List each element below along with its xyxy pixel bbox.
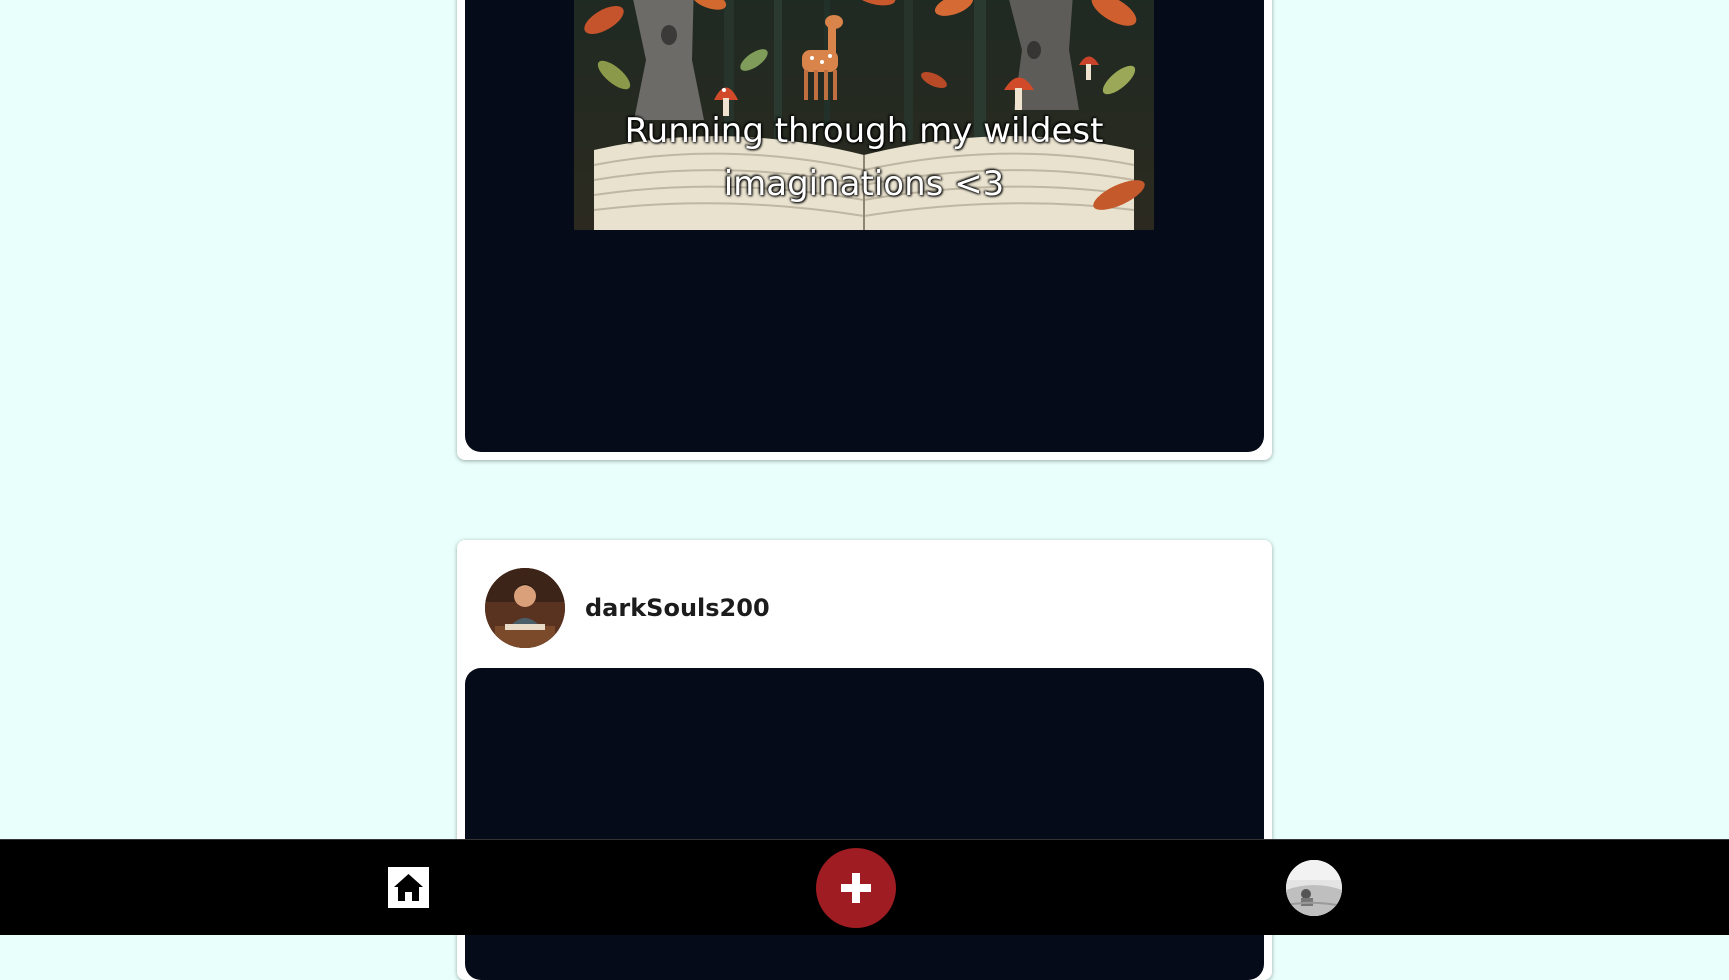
post-caption: Running through my wildest imaginations … — [624, 111, 1104, 204]
home-button[interactable] — [388, 867, 429, 908]
avatar-image — [485, 568, 565, 648]
post-header: darkSouls200 — [485, 568, 770, 648]
profile-button[interactable] — [1286, 860, 1342, 916]
user-avatar[interactable] — [485, 568, 565, 648]
plus-icon — [841, 873, 871, 903]
create-post-button[interactable] — [816, 848, 896, 928]
post-image[interactable]: Running through my wildest imaginations … — [574, 0, 1154, 230]
home-icon — [394, 874, 423, 901]
profile-avatar — [1286, 860, 1342, 916]
post-media-frame: Running through my wildest imaginations … — [465, 0, 1264, 452]
post-username[interactable]: darkSouls200 — [585, 594, 770, 622]
bottom-nav-bar — [0, 839, 1729, 935]
post-card: Running through my wildest imaginations … — [457, 0, 1272, 460]
